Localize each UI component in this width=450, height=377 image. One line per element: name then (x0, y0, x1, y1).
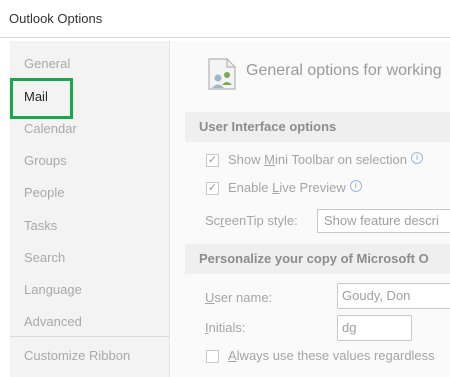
sidebar-item-people[interactable]: People (10, 178, 170, 208)
page-heading: General options for working (246, 62, 442, 79)
sidebar-item-mail[interactable]: Mail (10, 82, 170, 112)
initials-input[interactable]: dg (337, 315, 412, 341)
sidebar-item-search[interactable]: Search (10, 243, 170, 273)
mini-toolbar-label[interactable]: Show Mini Toolbar on selection i (228, 152, 423, 167)
sidebar-item-calendar[interactable]: Calendar (10, 114, 170, 144)
info-icon: i (411, 152, 423, 164)
checkmark-icon: ✓ (207, 182, 218, 194)
sidebar-item-advanced[interactable]: Advanced (10, 307, 170, 337)
window-title: Outlook Options (9, 11, 103, 26)
live-preview-checkbox[interactable]: ✓ (206, 182, 219, 195)
user-name-label: User name: (205, 290, 273, 305)
general-options-icon (208, 58, 236, 90)
mini-toolbar-checkbox[interactable]: ✓ (206, 154, 219, 167)
always-use-label[interactable]: Always use these values regardless (228, 348, 435, 363)
general-options-panel: General options for working User Interfa… (171, 41, 450, 377)
checkmark-icon: ✓ (207, 154, 218, 166)
user-name-input[interactable]: Goudy, Don (337, 283, 450, 309)
screentip-style-select[interactable]: Show feature descri (317, 209, 450, 233)
live-preview-label[interactable]: Enable Live Preview i (228, 180, 362, 195)
ui-options-section-header: User Interface options (185, 112, 450, 142)
title-bar: Outlook Options (0, 0, 450, 38)
initials-label: Initials: (205, 320, 246, 335)
sidebar-item-general[interactable]: General (10, 49, 170, 79)
sidebar-item-language[interactable]: Language (10, 275, 170, 305)
sidebar-item-customize-ribbon[interactable]: Customize Ribbon (10, 341, 170, 371)
sidebar-divider (10, 336, 170, 337)
always-use-checkbox[interactable] (206, 350, 219, 363)
personalize-section-header: Personalize your copy of Microsoft O (185, 244, 450, 274)
sidebar-item-groups[interactable]: Groups (10, 146, 170, 176)
sidebar-item-tasks[interactable]: Tasks (10, 211, 170, 241)
screentip-style-label: ScreenTip style: (205, 213, 298, 228)
options-sidebar: General Mail Calendar Groups People Task… (10, 41, 170, 377)
info-icon: i (349, 180, 362, 192)
